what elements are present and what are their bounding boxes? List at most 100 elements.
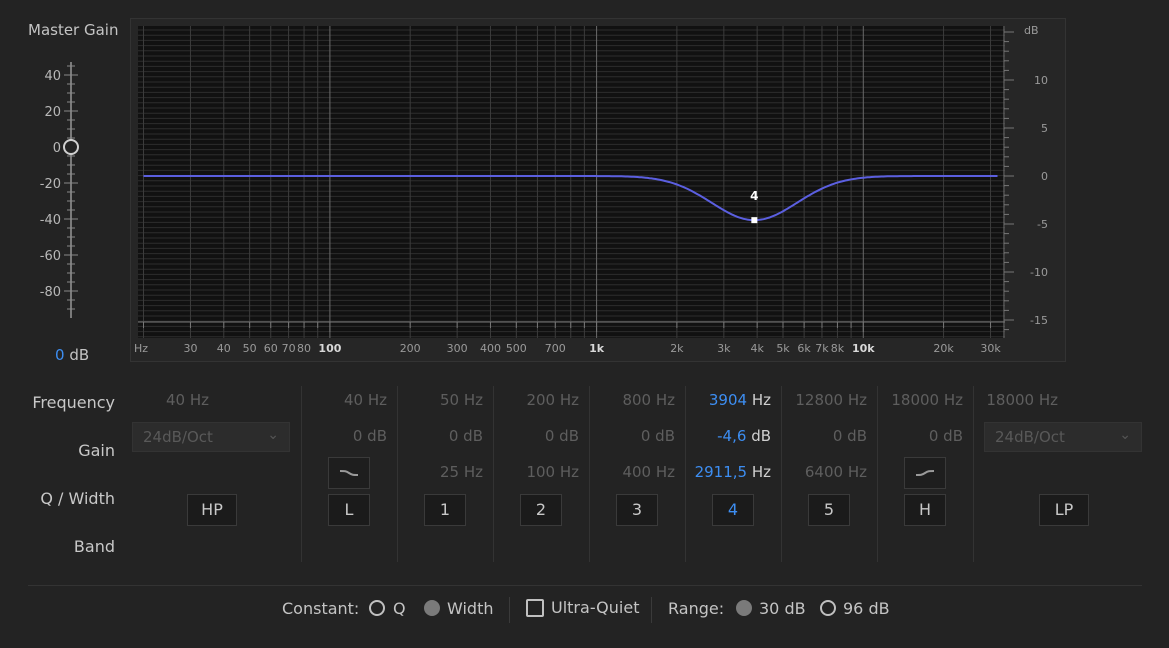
constant-label: Constant: — [282, 599, 360, 618]
band-5-q[interactable]: 6400 Hz — [789, 463, 867, 481]
band-2-q[interactable]: 100 Hz — [501, 463, 579, 481]
ultra-quiet-label[interactable]: Ultra-Quiet — [551, 598, 639, 617]
column-divider — [493, 386, 494, 562]
band-4-frequency-value: 3904 — [708, 391, 748, 409]
freq-tick-label: 700 — [545, 342, 566, 355]
band-1-gain[interactable]: 0 dB — [405, 427, 483, 445]
ultra-quiet-checkbox[interactable] — [526, 599, 544, 617]
lp-frequency[interactable]: 18000 Hz — [980, 391, 1058, 409]
high-shelf-frequency[interactable]: 18000 Hz — [880, 391, 963, 409]
freq-tick-label: 8k — [831, 342, 845, 355]
db-tick-label: 0 — [1041, 170, 1048, 183]
low-shelf-gain[interactable]: 0 dB — [310, 427, 387, 445]
constant-width-radio[interactable] — [424, 600, 440, 616]
master-gain-tick-label: 20 — [44, 105, 61, 120]
freq-tick-label: 40 — [217, 342, 231, 355]
hp-slope-value: 24dB/Oct — [143, 428, 213, 446]
band-5-button[interactable]: 5 — [808, 494, 850, 526]
constant-q-label[interactable]: Q — [393, 599, 406, 618]
lp-slope-dropdown[interactable]: 24dB/Oct ⌄ — [984, 422, 1142, 452]
row-label-frequency: Frequency — [32, 393, 115, 412]
column-divider — [877, 386, 878, 562]
band-1-frequency[interactable]: 50 Hz — [405, 391, 483, 409]
bottom-separator — [28, 585, 1142, 586]
high-shelf-gain[interactable]: 0 dB — [880, 427, 963, 445]
freq-tick-label: 10k — [852, 342, 875, 355]
band-4-button[interactable]: 4 — [712, 494, 754, 526]
freq-tick-label: 70 — [282, 342, 296, 355]
high-shelf-icon — [915, 470, 935, 476]
hp-frequency[interactable]: 40 Hz — [166, 391, 209, 409]
row-label-gain: Gain — [78, 441, 115, 460]
band-3-frequency[interactable]: 800 Hz — [597, 391, 675, 409]
band-1-button[interactable]: 1 — [424, 494, 466, 526]
column-divider — [781, 386, 782, 562]
db-axis-unit: dB — [1024, 24, 1039, 37]
range-30db-radio[interactable] — [736, 600, 752, 616]
freq-tick-label: 30 — [183, 342, 197, 355]
range-label: Range: — [668, 599, 725, 618]
freq-tick-label: 100 — [318, 342, 341, 355]
bottom-divider — [651, 597, 652, 623]
column-divider — [301, 386, 302, 562]
band-4-handle[interactable] — [751, 217, 758, 224]
low-shelf-shape-button[interactable] — [328, 457, 370, 489]
master-gain-slider[interactable]: 40 20 0 -20 -40 -60 -80 — [0, 0, 130, 380]
master-gain-readout[interactable]: 0 dB — [55, 346, 89, 364]
master-gain-tick-label: -60 — [40, 249, 61, 264]
band-4-gain[interactable]: -4,6 dB — [693, 427, 771, 445]
chevron-down-icon: ⌄ — [267, 427, 279, 443]
band-4-frequency-unit: Hz — [751, 391, 771, 409]
band-3-q[interactable]: 400 Hz — [597, 463, 675, 481]
band-4-gain-unit: dB — [751, 427, 771, 445]
db-tick-label: -10 — [1030, 266, 1048, 279]
band-5-frequency[interactable]: 12800 Hz — [789, 391, 867, 409]
master-gain-tick-label: 40 — [44, 69, 61, 84]
column-divider — [973, 386, 974, 562]
constant-q-radio[interactable] — [369, 600, 385, 616]
band-4-q-value: 2911,5 — [694, 463, 748, 481]
band-1-q[interactable]: 25 Hz — [405, 463, 483, 481]
master-gain-tick-label: -80 — [40, 285, 61, 300]
band-2-gain[interactable]: 0 dB — [501, 427, 579, 445]
row-label-band: Band — [73, 537, 115, 556]
db-tick-label: -15 — [1030, 314, 1048, 327]
band-3-button[interactable]: 3 — [616, 494, 658, 526]
band-2-frequency[interactable]: 200 Hz — [501, 391, 579, 409]
band-3-gain[interactable]: 0 dB — [597, 427, 675, 445]
master-gain-tick-label: -40 — [40, 213, 61, 228]
band-5-gain[interactable]: 0 dB — [789, 427, 867, 445]
range-96db-label[interactable]: 96 dB — [843, 599, 890, 618]
band-h-button[interactable]: H — [904, 494, 946, 526]
low-shelf-frequency[interactable]: 40 Hz — [310, 391, 387, 409]
column-divider — [397, 386, 398, 562]
bottom-divider — [509, 597, 510, 623]
band-l-button[interactable]: L — [328, 494, 370, 526]
band-4-q-unit: Hz — [751, 463, 771, 481]
hp-slope-dropdown[interactable]: 24dB/Oct ⌄ — [132, 422, 290, 452]
constant-width-label[interactable]: Width — [447, 599, 493, 618]
freq-tick-label: 300 — [447, 342, 468, 355]
master-gain-knob[interactable] — [63, 139, 79, 155]
master-gain-tick-label: -20 — [40, 177, 61, 192]
band-4-frequency[interactable]: 3904 Hz — [693, 391, 771, 409]
range-96db-radio[interactable] — [820, 600, 836, 616]
range-30db-label[interactable]: 30 dB — [759, 599, 806, 618]
db-tick-label: 5 — [1041, 122, 1048, 135]
column-divider — [685, 386, 686, 562]
master-gain-tick-label: 0 — [53, 141, 61, 156]
freq-tick-label: 80 — [297, 342, 311, 355]
lp-slope-value: 24dB/Oct — [995, 428, 1065, 446]
high-shelf-shape-button[interactable] — [904, 457, 946, 489]
band-lp-button[interactable]: LP — [1039, 494, 1089, 526]
master-gain-value[interactable]: 0 — [55, 346, 65, 364]
freq-tick-label: 5k — [776, 342, 790, 355]
band-4-q[interactable]: 2911,5 Hz — [693, 463, 771, 481]
freq-tick-label: 200 — [400, 342, 421, 355]
band-2-button[interactable]: 2 — [520, 494, 562, 526]
band-4-gain-value: -4,6 — [717, 427, 747, 445]
freq-tick-label: 50 — [243, 342, 257, 355]
eq-graph[interactable]: dB1050-5-10-15 Hz 30 40 50 60 70 80 100 200 300 40… — [130, 18, 1066, 362]
band-hp-button[interactable]: HP — [187, 494, 237, 526]
band-4-marker-label: 4 — [750, 189, 758, 203]
